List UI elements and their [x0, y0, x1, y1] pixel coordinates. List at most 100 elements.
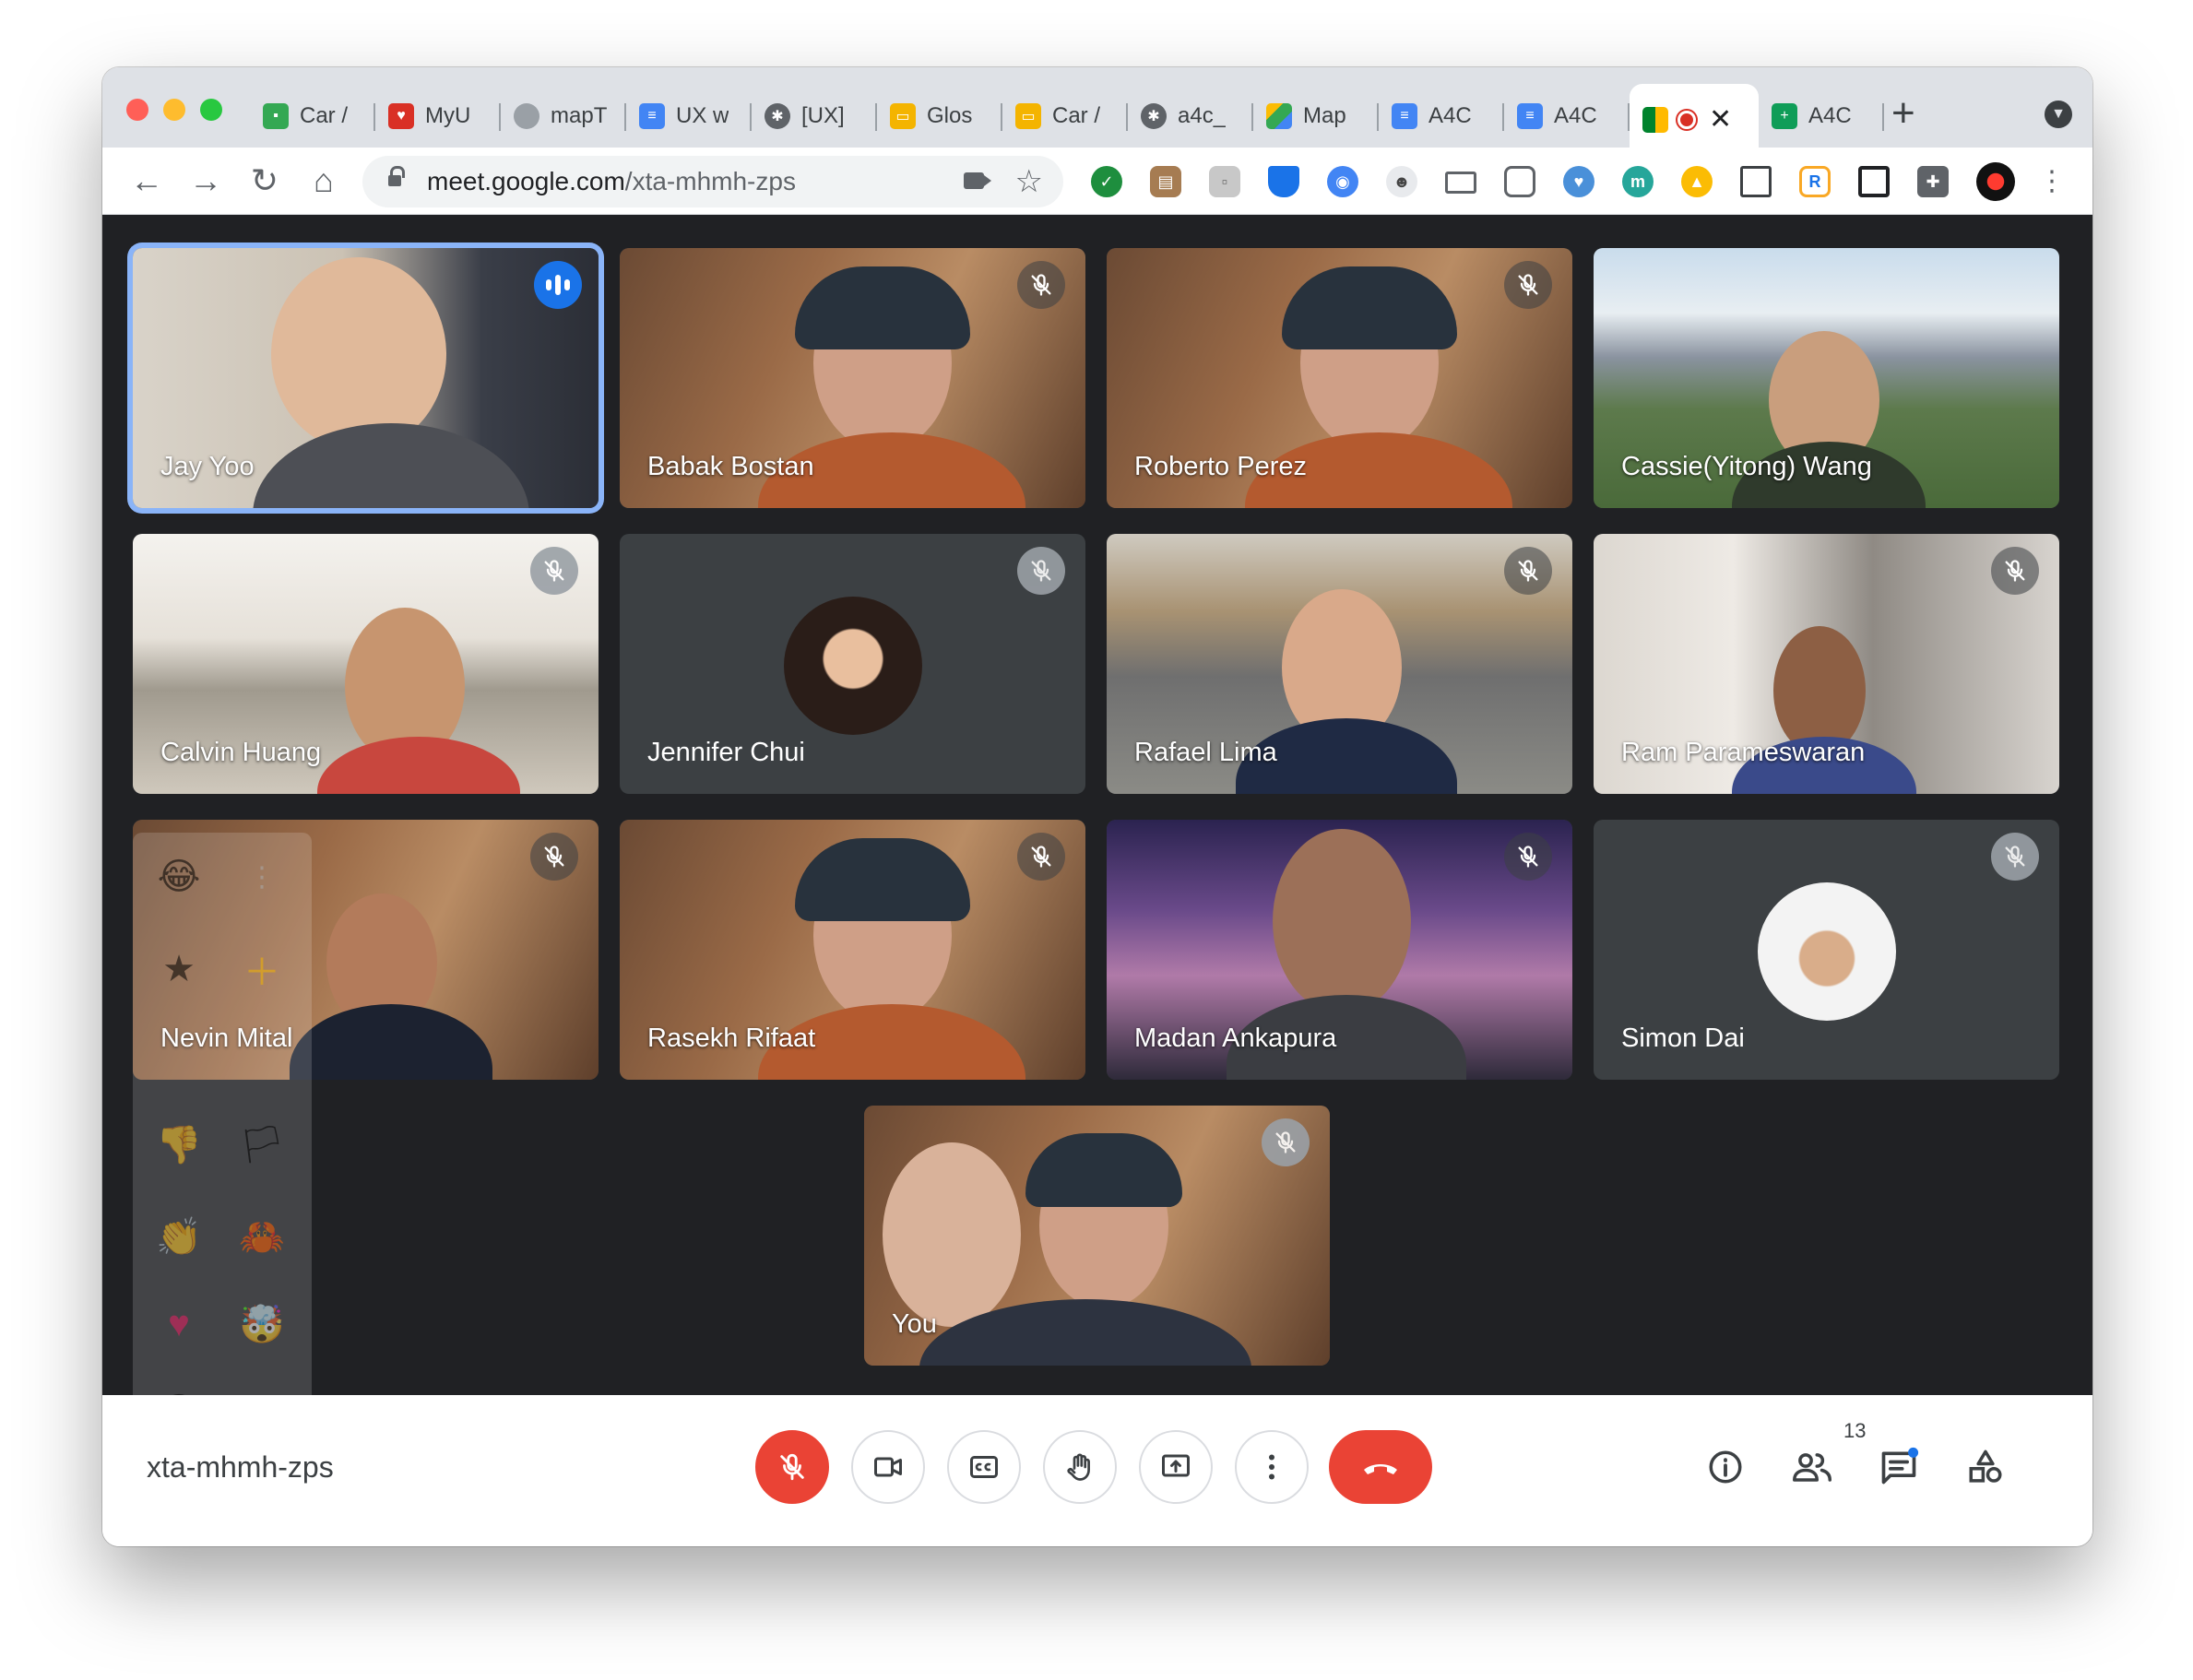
- participant-tile-self[interactable]: You: [864, 1106, 1330, 1366]
- tab-9[interactable]: ≡ A4C: [1379, 89, 1504, 144]
- extension-reader-icon[interactable]: ▫: [1209, 166, 1240, 197]
- captions-button[interactable]: [947, 1430, 1021, 1504]
- extension-film-icon[interactable]: ▤: [1150, 166, 1181, 197]
- emoji-rainbow-flag-icon[interactable]: 🏳: [236, 1118, 288, 1170]
- raise-hand-button[interactable]: [1043, 1430, 1117, 1504]
- picture-in-picture-icon[interactable]: [1858, 166, 1890, 197]
- extension-shield-icon[interactable]: [1268, 166, 1299, 197]
- tab-1[interactable]: ♥ MyU: [375, 89, 501, 144]
- emoji-mind-blown-icon[interactable]: 🤯: [236, 1298, 288, 1350]
- tab-5[interactable]: ▭ Glos: [877, 89, 1002, 144]
- avatar: [1758, 882, 1896, 1021]
- address-bar[interactable]: meet.google.com/xta-mhmh-zps ☆: [362, 156, 1063, 207]
- emoji-thumbs-down-icon[interactable]: 👎: [153, 1118, 205, 1170]
- extension-circle-icon[interactable]: ◉: [1327, 166, 1358, 197]
- chat-icon: [1881, 1447, 1919, 1485]
- emoji-laugh-icon[interactable]: 😂: [153, 851, 205, 903]
- participant-name: Simon Dai: [1621, 1023, 1745, 1053]
- extension-check-icon[interactable]: ✓: [1091, 166, 1122, 197]
- hand-icon: [1067, 1453, 1090, 1481]
- close-tab-icon[interactable]: ✕: [1709, 105, 1732, 134]
- tab-active-meet[interactable]: ✕: [1630, 84, 1759, 148]
- tab-4[interactable]: ✱ [UX]: [752, 89, 877, 144]
- reload-icon[interactable]: ↻: [243, 159, 287, 203]
- chat-icon: ▪: [263, 102, 289, 129]
- tab-0[interactable]: ▪ Car /: [250, 89, 375, 144]
- tab-10[interactable]: ≡ A4C: [1504, 89, 1630, 144]
- person-silhouette: [271, 257, 446, 451]
- minimize-window-button[interactable]: [163, 99, 185, 121]
- tab-search-icon[interactable]: ▼: [2045, 101, 2072, 128]
- activities-shapes-icon: [1969, 1449, 2002, 1483]
- new-tab-button[interactable]: +: [1891, 93, 1915, 134]
- extension-laptop-icon[interactable]: [1445, 172, 1476, 194]
- more-options-button[interactable]: [1235, 1430, 1309, 1504]
- emoji-heart-icon[interactable]: ♥: [153, 1298, 205, 1350]
- participant-name: Rafael Lima: [1134, 738, 1277, 767]
- recording-icon: [1677, 110, 1696, 129]
- emoji-plus-icon[interactable]: ＋: [236, 943, 288, 995]
- leave-call-button[interactable]: [1329, 1430, 1432, 1504]
- extension-window-icon[interactable]: [1504, 166, 1535, 197]
- emoji-clap-icon[interactable]: 👏: [153, 1211, 205, 1262]
- participant-tile[interactable]: Jay Yoo: [133, 248, 599, 508]
- tab-6[interactable]: ▭ Car /: [1002, 89, 1128, 144]
- participant-tile[interactable]: Babak Bostan: [620, 248, 1085, 508]
- people-button[interactable]: [1790, 1445, 1834, 1489]
- meeting-details-button[interactable]: [1703, 1445, 1748, 1489]
- extension-thumbsup-icon[interactable]: ▲: [1681, 166, 1713, 197]
- emoji-star-icon[interactable]: ★: [153, 943, 205, 995]
- mic-off-icon: [1262, 1118, 1310, 1166]
- participant-tile[interactable]: Madan Ankapura: [1107, 820, 1572, 1080]
- participant-tile[interactable]: Roberto Perez: [1107, 248, 1572, 508]
- extension-r-icon[interactable]: R: [1799, 166, 1831, 197]
- tab-2[interactable]: mapT: [501, 89, 626, 144]
- info-icon: [1709, 1450, 1742, 1484]
- participant-tile[interactable]: Simon Dai: [1594, 820, 2059, 1080]
- mic-off-icon: [1504, 547, 1552, 595]
- mic-toggle-button[interactable]: [755, 1430, 829, 1504]
- slides-icon: ▭: [890, 102, 916, 129]
- emoji-crab-icon[interactable]: 🦀: [236, 1211, 288, 1262]
- apple-icon: [514, 102, 539, 129]
- participant-tile[interactable]: Cassie(Yitong) Wang: [1594, 248, 2059, 508]
- slides-icon: ▭: [1015, 102, 1041, 129]
- tab-7[interactable]: ✱ a4c_: [1128, 89, 1253, 144]
- profile-avatar[interactable]: [1976, 162, 2015, 201]
- close-window-button[interactable]: [126, 99, 148, 121]
- tab-3[interactable]: ≡ UX w: [626, 89, 752, 144]
- extension-heart-icon[interactable]: ♥: [1563, 166, 1594, 197]
- menu-kebab-icon[interactable]: ⋮: [2030, 159, 2074, 203]
- forward-icon[interactable]: →: [184, 159, 228, 203]
- back-icon[interactable]: ←: [124, 159, 169, 203]
- extensions-puzzle-icon[interactable]: ✚: [1917, 166, 1949, 197]
- mic-off-icon: [780, 1453, 804, 1481]
- participant-tile[interactable]: Jennifer Chui: [620, 534, 1085, 794]
- docs-icon: ≡: [639, 102, 665, 129]
- mic-off-icon: [1017, 547, 1065, 595]
- present-screen-button[interactable]: [1139, 1430, 1213, 1504]
- meet-control-bar: xta-mhmh-zps 13: [102, 1395, 2092, 1546]
- participant-tile[interactable]: Rasekh Rifaat: [620, 820, 1085, 1080]
- tab-strip: ▪ Car / ♥ MyU mapT ≡ UX w ✱ [UX] ▭ Glos ▭ Car …: [102, 67, 2092, 148]
- extension-ghost-icon[interactable]: ☻: [1386, 166, 1417, 197]
- participant-tile[interactable]: Rafael Lima: [1107, 534, 1572, 794]
- extension-monitor-icon[interactable]: [1740, 166, 1772, 197]
- participant-name: Ram Parameswaran: [1621, 738, 1866, 767]
- more-options-icon[interactable]: ⋮: [236, 851, 288, 903]
- camera-icon[interactable]: [964, 172, 984, 189]
- participant-tile[interactable]: Calvin Huang: [133, 534, 599, 794]
- speaking-indicator-icon: [534, 261, 582, 309]
- tab-last[interactable]: + A4C: [1759, 89, 1884, 144]
- camera-toggle-button[interactable]: [851, 1430, 925, 1504]
- participant-tile[interactable]: Ram Parameswaran: [1594, 534, 2059, 794]
- home-icon[interactable]: ⌂: [302, 159, 346, 203]
- participant-name: Cassie(Yitong) Wang: [1621, 452, 1872, 481]
- bookmark-star-icon[interactable]: ☆: [1015, 163, 1043, 200]
- extension-m-icon[interactable]: m: [1622, 166, 1654, 197]
- maximize-window-button[interactable]: [200, 99, 222, 121]
- tab-8[interactable]: Map: [1253, 89, 1379, 144]
- chat-button[interactable]: [1877, 1445, 1921, 1489]
- participant-name: You: [892, 1309, 937, 1339]
- activities-button[interactable]: [1963, 1445, 2008, 1489]
